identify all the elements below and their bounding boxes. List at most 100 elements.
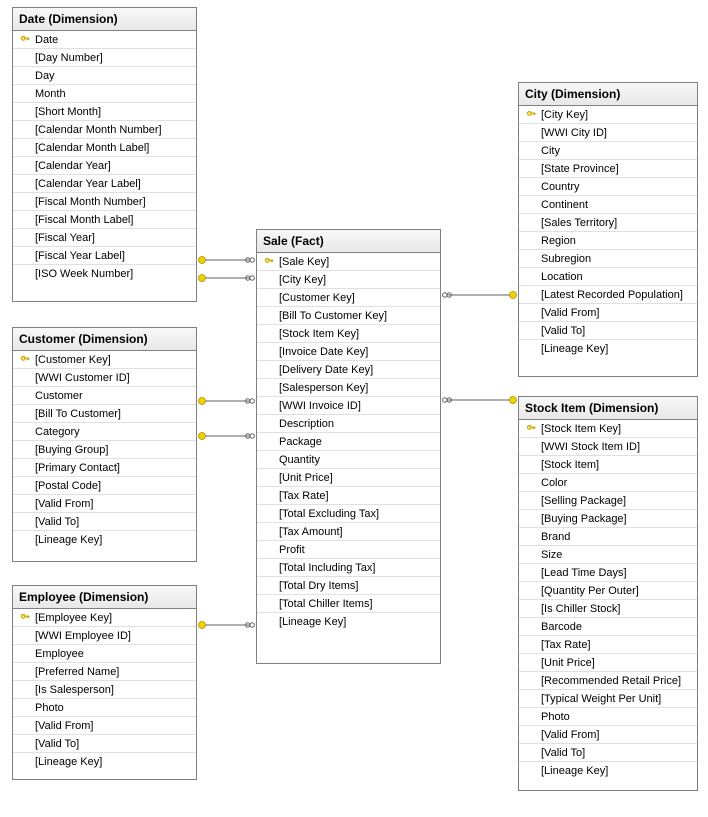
- entity-header[interactable]: Employee (Dimension): [13, 586, 196, 609]
- entity-header[interactable]: Customer (Dimension): [13, 328, 196, 351]
- column-row[interactable]: [Lead Time Days]: [519, 564, 697, 582]
- column-row[interactable]: [WWI Customer ID]: [13, 369, 196, 387]
- column-row[interactable]: [Short Month]: [13, 103, 196, 121]
- column-row[interactable]: [Stock Item]: [519, 456, 697, 474]
- column-row[interactable]: [Total Including Tax]: [257, 559, 440, 577]
- column-row[interactable]: [Valid From]: [519, 304, 697, 322]
- column-row[interactable]: [Quantity Per Outer]: [519, 582, 697, 600]
- column-row[interactable]: [Lineage Key]: [257, 613, 440, 631]
- column-row[interactable]: Employee: [13, 645, 196, 663]
- column-row[interactable]: [Lineage Key]: [519, 340, 697, 358]
- column-row[interactable]: [Bill To Customer Key]: [257, 307, 440, 325]
- column-row[interactable]: [Total Dry Items]: [257, 577, 440, 595]
- column-row[interactable]: Size: [519, 546, 697, 564]
- column-row[interactable]: [Is Salesperson]: [13, 681, 196, 699]
- column-row[interactable]: [Bill To Customer]: [13, 405, 196, 423]
- column-row[interactable]: [WWI Stock Item ID]: [519, 438, 697, 456]
- column-row[interactable]: [Employee Key]: [13, 609, 196, 627]
- entity-header[interactable]: Date (Dimension): [13, 8, 196, 31]
- column-row[interactable]: [Unit Price]: [257, 469, 440, 487]
- column-row[interactable]: Brand: [519, 528, 697, 546]
- column-row[interactable]: [Delivery Date Key]: [257, 361, 440, 379]
- column-row[interactable]: [Calendar Month Number]: [13, 121, 196, 139]
- column-row[interactable]: Date: [13, 31, 196, 49]
- column-row[interactable]: City: [519, 142, 697, 160]
- entity-stockitem[interactable]: Stock Item (Dimension)[Stock Item Key][W…: [518, 396, 698, 791]
- column-row[interactable]: [Calendar Year Label]: [13, 175, 196, 193]
- column-row[interactable]: Day: [13, 67, 196, 85]
- column-row[interactable]: [Valid To]: [519, 744, 697, 762]
- column-row[interactable]: [Tax Amount]: [257, 523, 440, 541]
- entity-sale[interactable]: Sale (Fact)[Sale Key][City Key][Customer…: [256, 229, 441, 664]
- column-row[interactable]: Photo: [519, 708, 697, 726]
- column-row[interactable]: [Sales Territory]: [519, 214, 697, 232]
- column-row[interactable]: Month: [13, 85, 196, 103]
- column-row[interactable]: [Buying Package]: [519, 510, 697, 528]
- column-row[interactable]: Continent: [519, 196, 697, 214]
- column-row[interactable]: [Salesperson Key]: [257, 379, 440, 397]
- column-row[interactable]: [Is Chiller Stock]: [519, 600, 697, 618]
- column-row[interactable]: [Latest Recorded Population]: [519, 286, 697, 304]
- column-row[interactable]: [Lineage Key]: [13, 531, 196, 549]
- column-row[interactable]: [Calendar Month Label]: [13, 139, 196, 157]
- column-row[interactable]: [Invoice Date Key]: [257, 343, 440, 361]
- column-row[interactable]: [WWI City ID]: [519, 124, 697, 142]
- column-row[interactable]: [Preferred Name]: [13, 663, 196, 681]
- column-row[interactable]: Barcode: [519, 618, 697, 636]
- column-row[interactable]: [Stock Item Key]: [519, 420, 697, 438]
- column-row[interactable]: [Tax Rate]: [519, 636, 697, 654]
- column-row[interactable]: [Valid From]: [13, 717, 196, 735]
- column-row[interactable]: [Lineage Key]: [519, 762, 697, 780]
- column-row[interactable]: [Valid To]: [13, 513, 196, 531]
- column-row[interactable]: [Lineage Key]: [13, 753, 196, 771]
- column-row[interactable]: [City Key]: [257, 271, 440, 289]
- column-row[interactable]: [Fiscal Month Label]: [13, 211, 196, 229]
- column-row[interactable]: [Calendar Year]: [13, 157, 196, 175]
- column-row[interactable]: [City Key]: [519, 106, 697, 124]
- column-row[interactable]: [Selling Package]: [519, 492, 697, 510]
- column-row[interactable]: [Postal Code]: [13, 477, 196, 495]
- entity-city[interactable]: City (Dimension)[City Key][WWI City ID]C…: [518, 82, 698, 377]
- column-row[interactable]: [Fiscal Month Number]: [13, 193, 196, 211]
- column-row[interactable]: [Tax Rate]: [257, 487, 440, 505]
- column-row[interactable]: [Valid To]: [13, 735, 196, 753]
- entity-header[interactable]: Sale (Fact): [257, 230, 440, 253]
- column-row[interactable]: Package: [257, 433, 440, 451]
- entity-customer[interactable]: Customer (Dimension)[Customer Key][WWI C…: [12, 327, 197, 562]
- column-row[interactable]: Region: [519, 232, 697, 250]
- column-row[interactable]: Category: [13, 423, 196, 441]
- column-row[interactable]: [Day Number]: [13, 49, 196, 67]
- column-row[interactable]: [Total Chiller Items]: [257, 595, 440, 613]
- column-row[interactable]: [Buying Group]: [13, 441, 196, 459]
- column-row[interactable]: [Unit Price]: [519, 654, 697, 672]
- column-row[interactable]: [Sale Key]: [257, 253, 440, 271]
- entity-header[interactable]: City (Dimension): [519, 83, 697, 106]
- column-row[interactable]: [Typical Weight Per Unit]: [519, 690, 697, 708]
- column-row[interactable]: [Customer Key]: [257, 289, 440, 307]
- column-row[interactable]: [Customer Key]: [13, 351, 196, 369]
- column-row[interactable]: [WWI Invoice ID]: [257, 397, 440, 415]
- column-row[interactable]: [Valid From]: [519, 726, 697, 744]
- column-row[interactable]: [Primary Contact]: [13, 459, 196, 477]
- entity-employee[interactable]: Employee (Dimension)[Employee Key][WWI E…: [12, 585, 197, 780]
- column-row[interactable]: [WWI Employee ID]: [13, 627, 196, 645]
- column-row[interactable]: [Valid To]: [519, 322, 697, 340]
- column-row[interactable]: Photo: [13, 699, 196, 717]
- column-row[interactable]: [Fiscal Year]: [13, 229, 196, 247]
- column-row[interactable]: Customer: [13, 387, 196, 405]
- column-row[interactable]: [State Province]: [519, 160, 697, 178]
- column-row[interactable]: [Recommended Retail Price]: [519, 672, 697, 690]
- column-row[interactable]: Location: [519, 268, 697, 286]
- column-row[interactable]: [Valid From]: [13, 495, 196, 513]
- column-row[interactable]: Description: [257, 415, 440, 433]
- column-row[interactable]: [Stock Item Key]: [257, 325, 440, 343]
- column-row[interactable]: [Total Excluding Tax]: [257, 505, 440, 523]
- column-row[interactable]: Subregion: [519, 250, 697, 268]
- column-row[interactable]: Profit: [257, 541, 440, 559]
- entity-header[interactable]: Stock Item (Dimension): [519, 397, 697, 420]
- column-row[interactable]: [Fiscal Year Label]: [13, 247, 196, 265]
- entity-date[interactable]: Date (Dimension)Date[Day Number]DayMonth…: [12, 7, 197, 302]
- column-row[interactable]: Quantity: [257, 451, 440, 469]
- column-row[interactable]: Country: [519, 178, 697, 196]
- column-row[interactable]: [ISO Week Number]: [13, 265, 196, 283]
